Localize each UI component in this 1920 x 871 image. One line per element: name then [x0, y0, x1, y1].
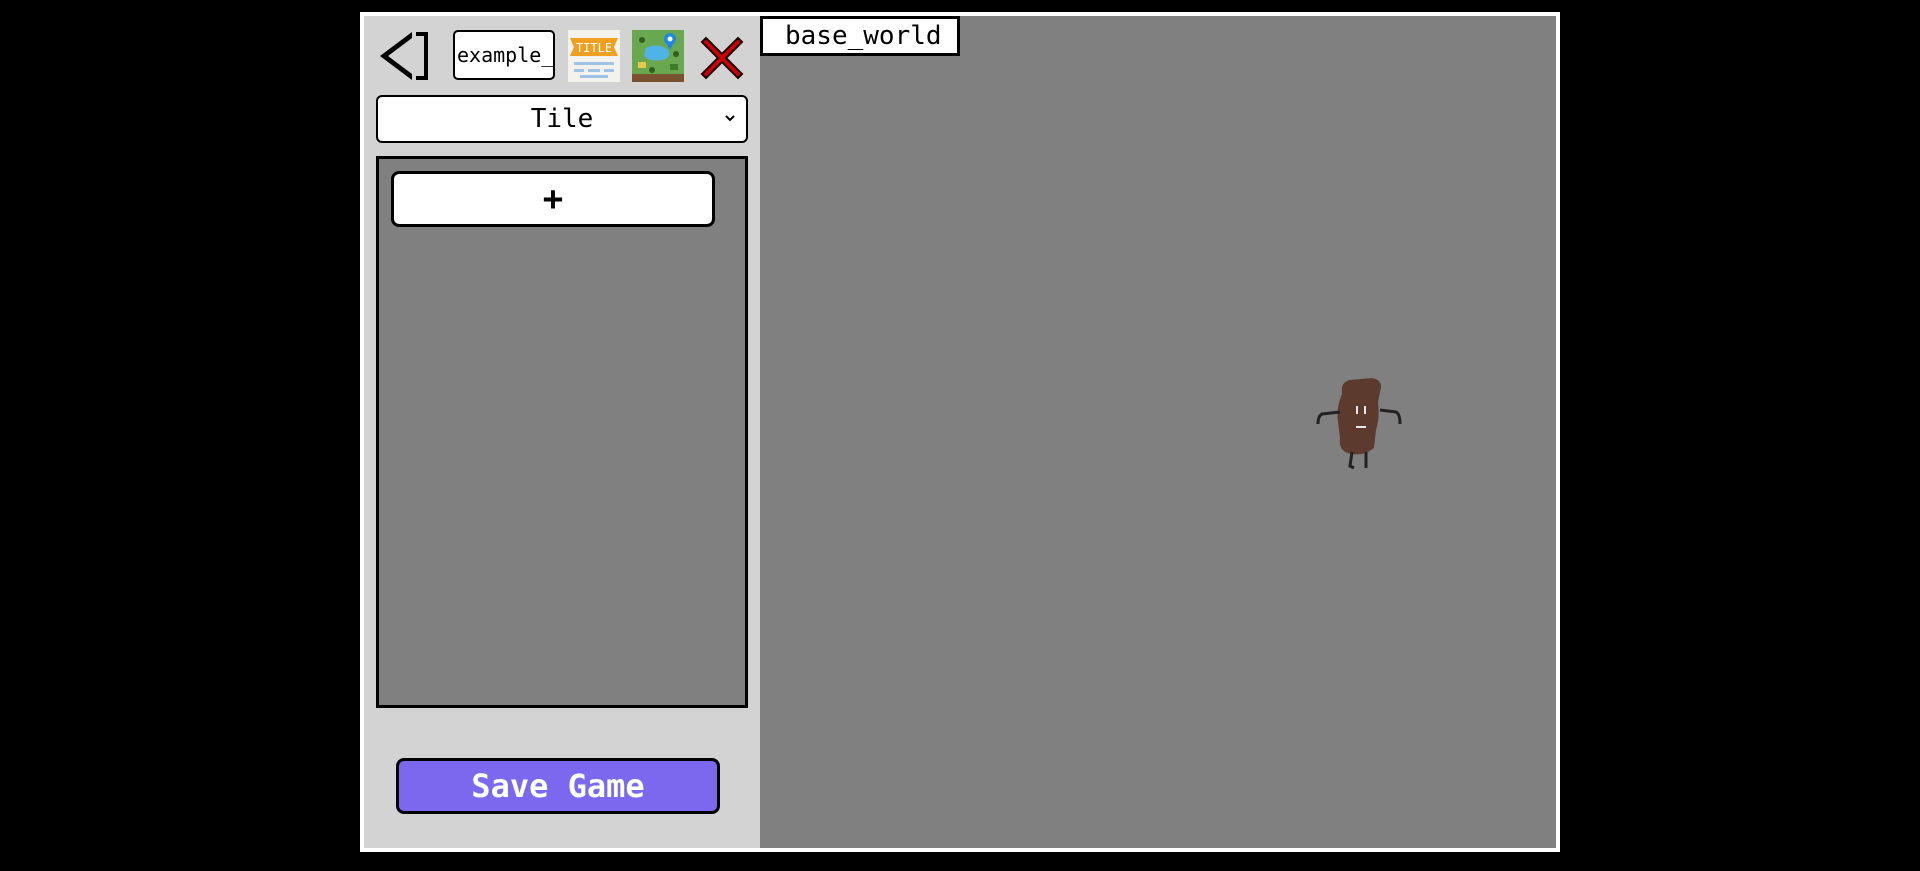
- title-icon-text: TITLE: [576, 41, 612, 55]
- chevron-down-icon: [725, 115, 735, 122]
- game-name-field[interactable]: example_: [453, 30, 555, 80]
- back-button[interactable]: [376, 28, 434, 84]
- game-editor: example_ TITLE Tile + Save Game base_wor…: [364, 16, 1556, 848]
- sidebar: example_ TITLE Tile + Save Game: [364, 16, 760, 848]
- world-map-button[interactable]: [632, 30, 684, 82]
- object-type-value: Tile: [530, 104, 594, 134]
- asset-panel: +: [376, 156, 748, 708]
- editor-frame: example_ TITLE Tile + Save Game base_wor…: [360, 12, 1560, 852]
- back-arrow-icon: [380, 32, 428, 80]
- close-icon: [700, 36, 744, 80]
- object-type-select[interactable]: Tile: [376, 95, 748, 143]
- title-screen-icon: TITLE: [568, 30, 620, 82]
- save-game-button[interactable]: Save Game: [396, 758, 720, 814]
- title-screen-button[interactable]: TITLE: [568, 30, 620, 82]
- world-tab[interactable]: base_world: [760, 16, 960, 56]
- character-sprite[interactable]: [1300, 372, 1410, 492]
- add-asset-button[interactable]: +: [391, 171, 715, 227]
- game-name-value: example_: [457, 43, 554, 67]
- close-button[interactable]: [696, 32, 748, 84]
- world-canvas[interactable]: base_world: [760, 16, 1556, 848]
- world-map-icon: [632, 30, 684, 82]
